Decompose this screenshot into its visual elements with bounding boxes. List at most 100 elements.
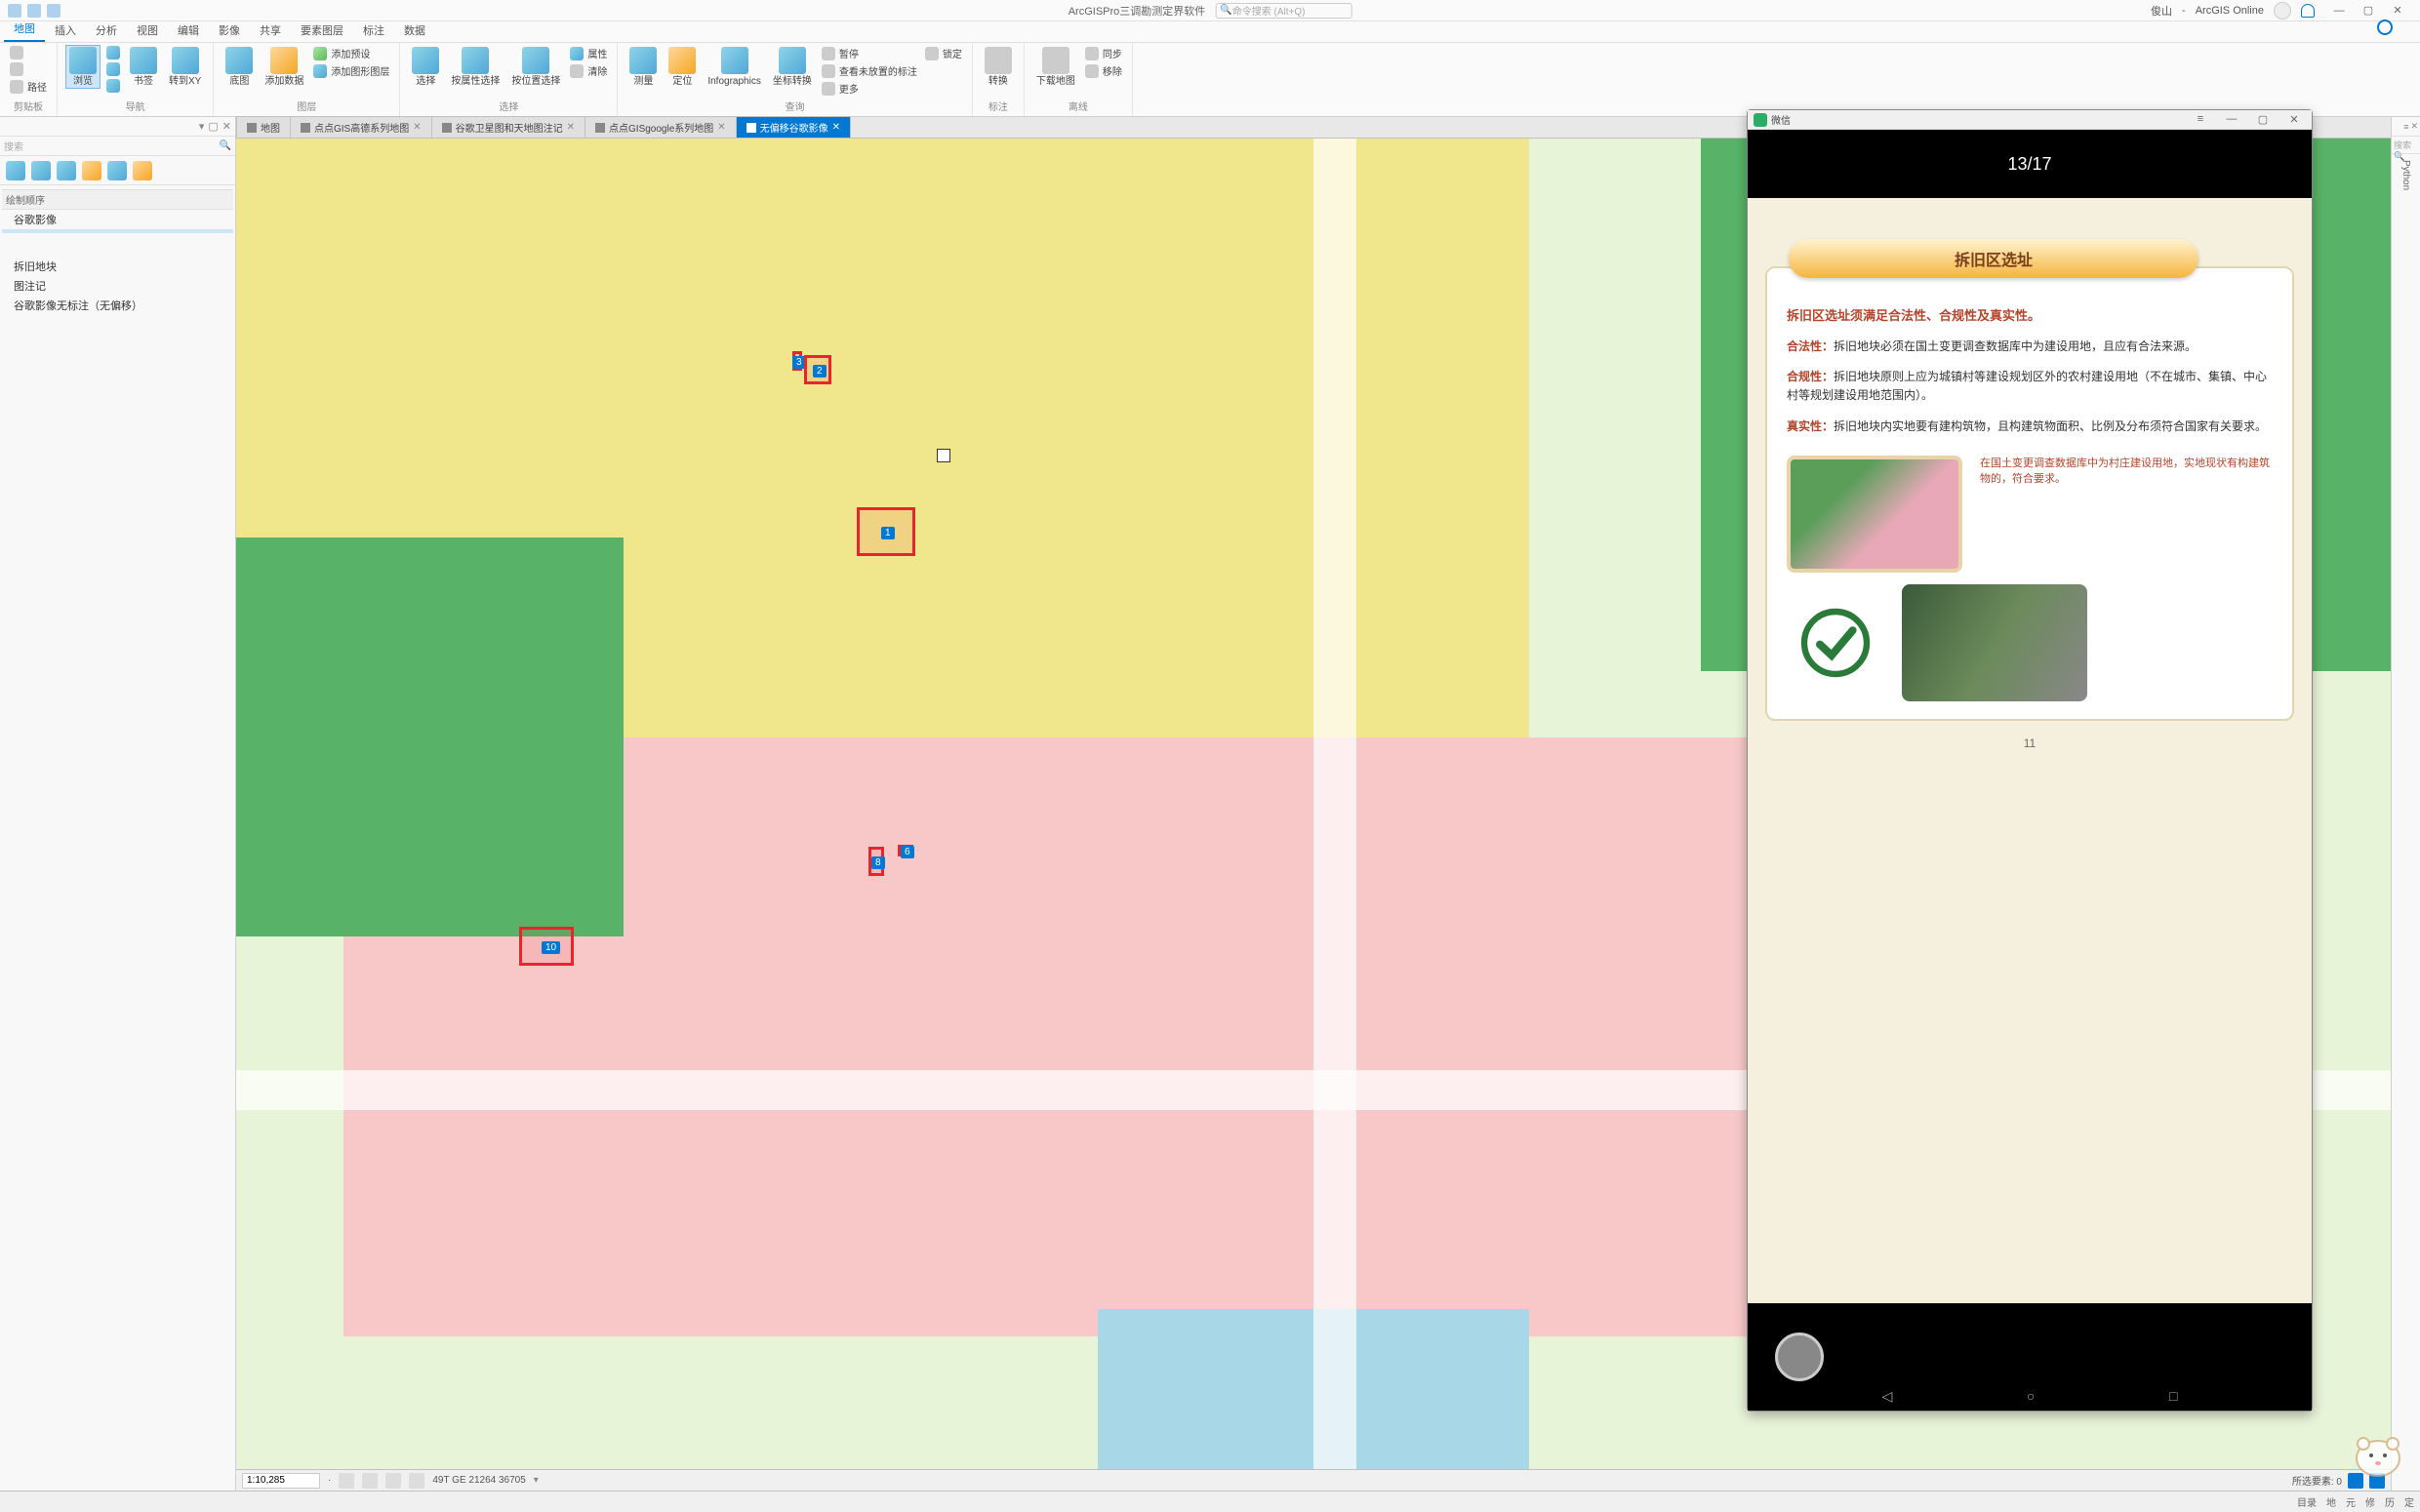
snap-button[interactable] xyxy=(385,1473,401,1489)
nav-home-icon[interactable]: ○ xyxy=(2027,1388,2035,1404)
right-search[interactable]: 搜索 🔍 xyxy=(2392,137,2420,154)
status-tab[interactable]: 修 xyxy=(2365,1494,2375,1509)
ribbon-tab-analysis[interactable]: 分析 xyxy=(86,19,127,42)
status-tab[interactable]: 目录 xyxy=(2297,1494,2317,1509)
add-preset-button[interactable]: 添加预设 xyxy=(311,45,391,61)
scale-input[interactable] xyxy=(242,1473,320,1489)
list-by-snapping-icon[interactable] xyxy=(107,161,127,180)
parcel-outline[interactable]: 6 xyxy=(898,845,913,856)
python-pane-tab[interactable]: Python xyxy=(2400,154,2411,196)
lock-button[interactable]: 锁定 xyxy=(923,45,964,61)
tree-group[interactable]: 谷歌影像 xyxy=(2,210,233,229)
shutter-button[interactable] xyxy=(1775,1333,1824,1381)
select-by-attr-button[interactable]: 按属性选择 xyxy=(447,45,504,89)
map-tab[interactable]: 谷歌卫星图和天地图注记✕ xyxy=(431,116,585,138)
rotate-button[interactable] xyxy=(339,1473,354,1489)
parcel-outline[interactable]: 10 xyxy=(519,927,574,966)
status-tab[interactable]: 地 xyxy=(2326,1494,2336,1509)
view-unplaced-button[interactable]: 查看未放置的标注 xyxy=(820,62,919,79)
select-button[interactable]: 选择 xyxy=(408,45,443,89)
sync-button[interactable]: 同步 xyxy=(1083,45,1124,61)
tree-group-selected[interactable] xyxy=(2,229,233,233)
status-tab[interactable]: 元 xyxy=(2346,1494,2356,1509)
pause-button[interactable]: 暂停 xyxy=(820,45,919,61)
correction-button[interactable] xyxy=(409,1473,424,1489)
parcel-outline[interactable]: 1 xyxy=(857,507,915,556)
list-by-editing-icon[interactable] xyxy=(82,161,101,180)
convert-button[interactable]: 转换 xyxy=(981,45,1016,89)
parcel-outline[interactable]: 8 xyxy=(868,847,884,876)
ribbon-tab-labeling[interactable]: 标注 xyxy=(353,19,394,42)
map-tab[interactable]: 点点GIS高德系列地图✕ xyxy=(290,116,432,138)
account-name[interactable]: ArcGIS Online xyxy=(2196,5,2264,17)
minimize-button[interactable]: — xyxy=(2324,1,2354,20)
close-tab-icon[interactable]: ✕ xyxy=(413,122,421,133)
list-by-source-icon[interactable] xyxy=(31,161,51,180)
parcel-outline[interactable]: 3 xyxy=(792,351,802,371)
pane-menu-icon[interactable]: ▾ xyxy=(199,120,205,133)
map-tab[interactable]: 地图 xyxy=(236,116,291,138)
dock-menu-icon[interactable]: ≡ xyxy=(2403,122,2408,132)
wechat-window[interactable]: 微信 ≡ — ▢ ✕ 13/17 拆旧区选址 拆旧区选址须满足合法性、合规性及真… xyxy=(1747,109,2313,1412)
ribbon-tab-view[interactable]: 视图 xyxy=(127,19,168,42)
basemap-button[interactable]: 底图 xyxy=(222,45,257,89)
cut-button[interactable] xyxy=(8,45,49,60)
nav-back-icon[interactable]: ◁ xyxy=(1882,1388,1893,1405)
map-tab[interactable]: 点点GISgoogle系列地图✕ xyxy=(585,116,737,138)
prev-extent-button[interactable] xyxy=(104,61,122,77)
coord-convert-button[interactable]: 坐标转换 xyxy=(769,45,816,89)
explore-button[interactable]: 浏览 xyxy=(65,45,101,89)
list-by-selection-icon[interactable] xyxy=(57,161,76,180)
tree-item-parcel[interactable]: 拆旧地块 xyxy=(2,257,233,276)
bookmarks-button[interactable]: 书签 xyxy=(126,45,161,89)
full-extent-button[interactable] xyxy=(104,45,122,60)
coords-dropdown-icon[interactable]: ▾ xyxy=(534,1475,539,1486)
pane-float-icon[interactable]: ▢ xyxy=(208,120,218,133)
ribbon-tab-edit[interactable]: 编辑 xyxy=(168,19,209,42)
close-button[interactable]: ✕ xyxy=(2383,1,2412,20)
ribbon-tab-data[interactable]: 数据 xyxy=(394,19,435,42)
dock-close-icon[interactable]: ✕ xyxy=(2410,121,2418,132)
list-by-labeling-icon[interactable] xyxy=(133,161,152,180)
copy-button[interactable] xyxy=(8,61,49,77)
next-extent-button[interactable] xyxy=(104,78,122,94)
avatar-icon[interactable] xyxy=(2274,2,2291,20)
parcel-outline[interactable]: 2 xyxy=(804,355,831,384)
close-tab-icon[interactable]: ✕ xyxy=(567,122,575,133)
wechat-minimize-button[interactable]: — xyxy=(2220,113,2243,126)
wechat-close-button[interactable]: ✕ xyxy=(2282,113,2306,126)
wechat-maximize-button[interactable]: ▢ xyxy=(2251,113,2275,126)
remove-button[interactable]: 移除 xyxy=(1083,62,1124,79)
undo-icon[interactable] xyxy=(27,4,41,18)
attributes-button[interactable]: 属性 xyxy=(568,45,609,61)
add-data-button[interactable]: 添加数据 xyxy=(261,45,307,89)
select-by-loc-button[interactable]: 按位置选择 xyxy=(507,45,564,89)
redo-icon[interactable] xyxy=(47,4,60,18)
grid-button[interactable] xyxy=(362,1473,378,1489)
measure-button[interactable]: 测量 xyxy=(625,45,661,89)
goto-xy-button[interactable]: 转到XY xyxy=(165,45,205,89)
more-button[interactable]: 更多 xyxy=(820,80,919,97)
close-tab-icon[interactable]: ✕ xyxy=(717,122,725,133)
copy-path-button[interactable]: 路径 xyxy=(8,78,49,95)
wechat-content[interactable]: 拆旧区选址 拆旧区选址须满足合法性、合规性及真实性。 合法性：拆旧地块必须在国土… xyxy=(1748,198,2312,1303)
status-tab[interactable]: 历 xyxy=(2385,1494,2395,1509)
clear-selection-button[interactable]: 清除 xyxy=(568,62,609,79)
status-tab[interactable]: 定 xyxy=(2404,1494,2414,1509)
close-tab-icon[interactable]: ✕ xyxy=(832,122,840,133)
save-icon[interactable] xyxy=(8,4,21,18)
map-tab-active[interactable]: 无偏移谷歌影像✕ xyxy=(736,116,851,138)
user-name[interactable]: 俊山 xyxy=(2151,3,2172,19)
infographics-button[interactable]: Infographics xyxy=(704,45,764,89)
selected-features-label[interactable]: 所选要素: 0 xyxy=(2292,1473,2342,1488)
notifications-icon[interactable] xyxy=(2301,4,2315,18)
help-icon[interactable] xyxy=(2377,20,2393,35)
ribbon-tab-imagery[interactable]: 影像 xyxy=(209,19,250,42)
nav-recent-icon[interactable]: □ xyxy=(2169,1388,2177,1404)
pane-search-input[interactable]: 搜索 🔍 xyxy=(0,137,235,156)
locate-button[interactable]: 定位 xyxy=(665,45,700,89)
list-by-drawing-icon[interactable] xyxy=(6,161,25,180)
ribbon-tab-insert[interactable]: 插入 xyxy=(45,19,86,42)
download-map-button[interactable]: 下载地图 xyxy=(1032,45,1079,89)
ribbon-tab-share[interactable]: 共享 xyxy=(250,19,291,42)
